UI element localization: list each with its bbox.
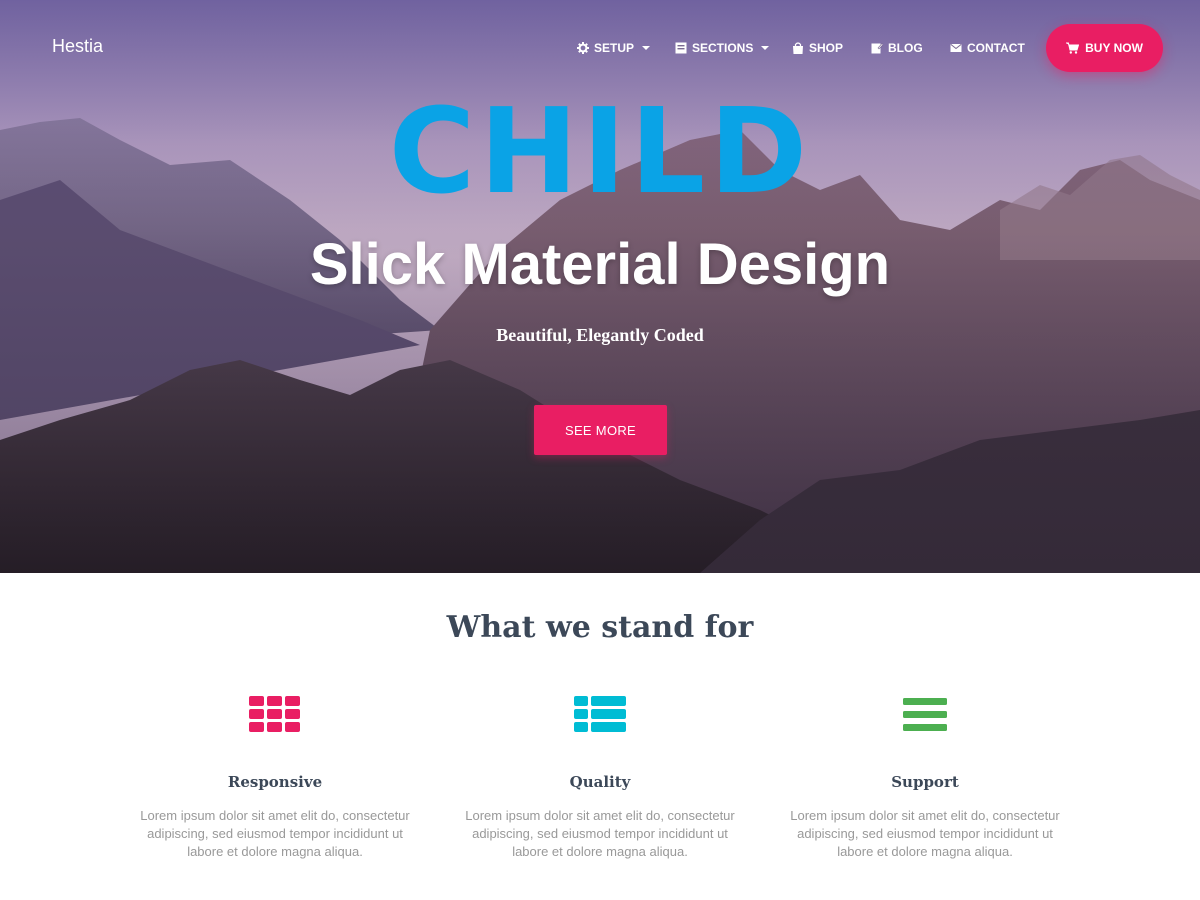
nav-item-shop[interactable]: SHOP: [792, 40, 843, 56]
feature-quality: Quality Lorem ipsum dolor sit amet elit …: [450, 690, 750, 861]
feature-responsive: Responsive Lorem ipsum dolor sit amet el…: [125, 690, 425, 861]
section-title: What we stand for: [446, 610, 754, 645]
nav-label: CONTACT: [967, 41, 1025, 55]
nav-item-contact[interactable]: CONTACT: [950, 40, 1025, 56]
grid-icon: [249, 696, 300, 732]
feature-title: Quality: [569, 773, 631, 791]
edit-icon: [871, 43, 883, 54]
gear-icon: [577, 42, 589, 54]
buy-now-button[interactable]: BUY NOW: [1046, 24, 1163, 72]
nav-label: SETUP: [594, 41, 635, 55]
nav-label: BLOG: [888, 41, 923, 55]
feature-title: Support: [891, 773, 959, 791]
sections-icon: [675, 42, 687, 54]
buy-now-label: BUY NOW: [1085, 41, 1143, 55]
hero-section: Hestia SETUP SECTIONS SHOP BLOG CONTACT …: [0, 0, 1200, 573]
feature-support: Support Lorem ipsum dolor sit amet elit …: [775, 690, 1075, 861]
nav-item-sections[interactable]: SECTIONS: [675, 40, 770, 56]
feature-title: Responsive: [227, 773, 323, 791]
menu-icon: [903, 698, 947, 731]
cart-icon: [1066, 42, 1080, 54]
see-more-button[interactable]: SEE MORE: [534, 405, 667, 455]
main-navigation: SETUP SECTIONS SHOP BLOG CONTACT BUY NOW: [0, 0, 1200, 95]
child-overlay-text: CHILD: [388, 82, 812, 220]
list-icon: [574, 696, 626, 732]
nav-label: SHOP: [809, 41, 844, 55]
bag-icon: [793, 42, 803, 54]
nav-label: SECTIONS: [692, 41, 754, 55]
feature-description: Lorem ipsum dolor sit amet elit do, cons…: [790, 808, 1060, 859]
nav-item-blog[interactable]: BLOG: [871, 40, 923, 56]
hero-subtitle: Beautiful, Elegantly Coded: [496, 325, 704, 345]
feature-description: Lorem ipsum dolor sit amet elit do, cons…: [465, 808, 735, 859]
feature-description: Lorem ipsum dolor sit amet elit do, cons…: [140, 808, 410, 859]
hero-title: Slick Material Design: [309, 232, 891, 297]
chevron-down-icon: [761, 46, 770, 50]
envelope-icon: [950, 44, 962, 52]
nav-item-setup[interactable]: SETUP: [577, 40, 651, 56]
chevron-down-icon: [642, 46, 651, 50]
